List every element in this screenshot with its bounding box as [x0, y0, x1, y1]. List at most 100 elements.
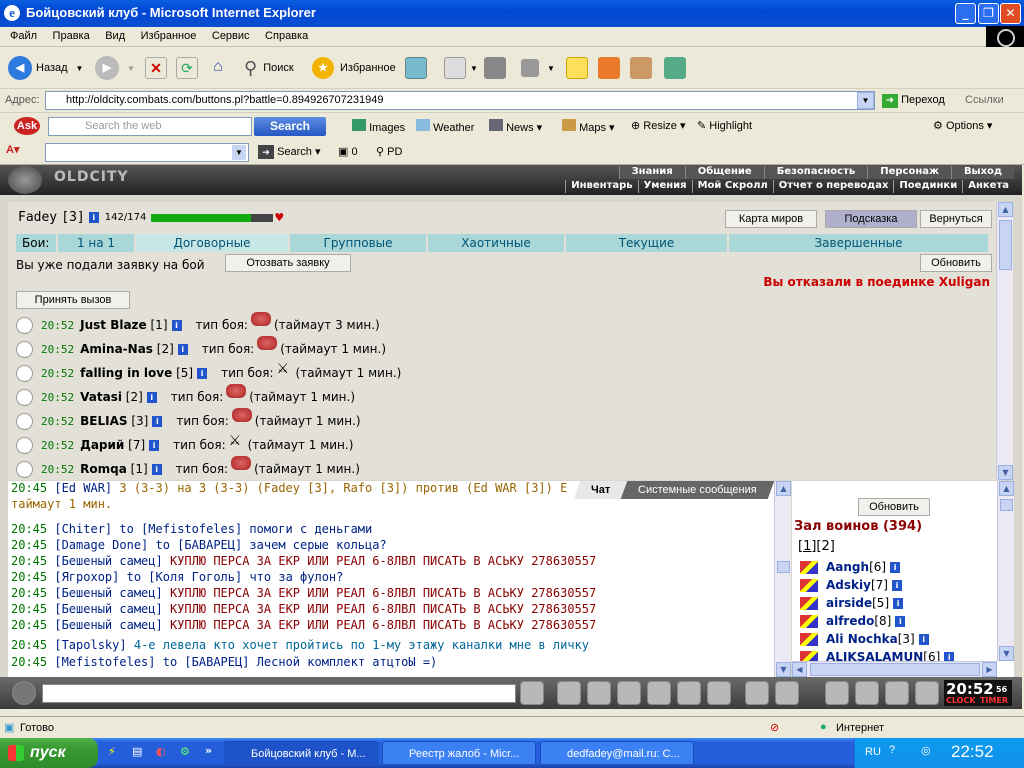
close-button[interactable]: ✕ [1000, 3, 1021, 24]
chat-author[interactable]: [Mefistofeles] [54, 655, 155, 669]
room-user-name[interactable]: alfredo [826, 614, 874, 628]
info-icon[interactable]: i [891, 579, 902, 591]
tab-current[interactable]: Текущие [566, 234, 729, 252]
info-icon[interactable]: i [152, 415, 163, 427]
menu-help[interactable]: Справка [259, 27, 314, 45]
fight-radio[interactable] [16, 412, 33, 430]
room-hscrollbar[interactable]: ◀ ▶ [792, 661, 997, 677]
hint-button[interactable]: Подсказка [825, 210, 917, 228]
chat-author[interactable]: [Бешеный самец] [54, 602, 162, 616]
popup-counter[interactable]: ▣ 0 [338, 145, 358, 158]
home-button[interactable]: ⌂ [207, 55, 229, 81]
nav-profile[interactable]: Анкета [962, 180, 1014, 193]
info-icon[interactable]: i [890, 561, 901, 573]
stop-button[interactable]: ✕ [145, 55, 167, 81]
nav-character[interactable]: Персонаж [867, 166, 951, 179]
chat-scroll-thumb[interactable] [777, 561, 790, 573]
info-icon[interactable]: i [171, 319, 182, 331]
address-input[interactable]: http://oldcity.combats.com/buttons.pl?ba… [45, 91, 875, 110]
quicklaunch-icon-4[interactable]: ⚙ [180, 745, 190, 758]
maximize-button[interactable]: ❐ [978, 3, 999, 24]
info-icon[interactable]: i [177, 343, 188, 355]
fight-player-name[interactable]: Дарий [80, 438, 124, 452]
walk-icon[interactable] [647, 681, 671, 705]
menu-view[interactable]: Вид [99, 27, 131, 45]
smile-icon[interactable] [745, 681, 769, 705]
chat-author[interactable]: [Ягрохор] [54, 570, 119, 584]
chat-author[interactable]: [Chiter] [54, 522, 112, 536]
sound-icon[interactable] [707, 681, 731, 705]
world-map-button[interactable]: Карта миров [725, 210, 817, 228]
ask-search-button[interactable]: Search [254, 117, 326, 136]
options-button[interactable]: ⚙ Options ▾ [933, 119, 992, 132]
fights-scrollbar[interactable]: ▲ ▼ [996, 202, 1013, 480]
info-icon[interactable]: i [146, 391, 157, 403]
edit-button[interactable]: ▼ [521, 55, 555, 81]
bag-icon[interactable] [855, 681, 879, 705]
room-user-name[interactable]: Adskiy [826, 578, 871, 592]
minimize-button[interactable]: _ [955, 3, 976, 24]
fight-radio[interactable] [16, 364, 33, 382]
info-icon[interactable]: i [151, 463, 162, 475]
send-icon[interactable] [520, 681, 544, 705]
fight-player-name[interactable]: Romqa [80, 462, 127, 476]
room-scrollbar[interactable]: ▲ ▼ [997, 481, 1014, 661]
chat-author[interactable]: [Ed WAR] [54, 481, 112, 495]
refresh-fights-button[interactable]: Обновить [920, 254, 992, 272]
room-scroll-right-icon[interactable]: ▶ [982, 662, 997, 677]
media-button[interactable] [405, 55, 427, 81]
hand-icon[interactable] [885, 681, 909, 705]
tab-chaotic[interactable]: Хаотичные [428, 234, 566, 252]
fight-player-name[interactable]: Amina-Nas [80, 342, 153, 356]
withdraw-button[interactable]: Отозвать заявку [225, 254, 351, 272]
search-button[interactable]: ⚲ Поиск [244, 55, 294, 81]
menu-tools[interactable]: Сервис [206, 27, 256, 45]
images-button[interactable]: Images [352, 119, 405, 134]
forward-button[interactable]: ▶ ▼ [95, 55, 135, 81]
links-button[interactable]: Ссылки [965, 94, 1004, 106]
toolbar-search-button[interactable]: ➜ Search ▾ [258, 145, 321, 159]
tab-1v1[interactable]: 1 на 1 [58, 234, 136, 252]
note-button[interactable] [566, 55, 588, 81]
room-refresh-button[interactable]: Обновить [858, 498, 930, 516]
split-icon[interactable] [677, 681, 701, 705]
fight-radio[interactable] [16, 436, 33, 454]
tab-chat[interactable]: Чат [573, 481, 628, 499]
quicklaunch-more-icon[interactable]: » [205, 744, 212, 757]
room-page-1[interactable]: [1] [798, 539, 816, 554]
fight-radio[interactable] [16, 316, 33, 334]
chat-author[interactable]: [Бешеный самец] [54, 554, 162, 568]
chat-author[interactable]: [Tapolsky] [54, 638, 126, 652]
tab-group[interactable]: Групповые [290, 234, 428, 252]
nav-skills[interactable]: Умения [637, 180, 692, 193]
info-icon[interactable]: i [895, 615, 906, 627]
room-scroll-up-icon[interactable]: ▲ [999, 481, 1014, 496]
info-icon[interactable]: i [893, 597, 904, 609]
room-scroll-left-icon[interactable]: ◀ [792, 662, 807, 677]
chat-author[interactable]: [Бешеный самец] [54, 618, 162, 632]
ask-search-input[interactable]: Search the web [48, 117, 252, 136]
quicklaunch-icon-3[interactable]: ◐ [156, 745, 166, 758]
chat-author[interactable]: [Бешеный самец] [54, 586, 162, 600]
highlight-button[interactable]: ✎ Highlight [697, 119, 752, 132]
research-button[interactable] [630, 55, 652, 81]
smiley-face-icon[interactable] [12, 681, 36, 705]
fight-radio[interactable] [16, 340, 33, 358]
contacts-button[interactable] [664, 55, 686, 81]
info-icon[interactable]: i [149, 439, 160, 451]
nav-scroll[interactable]: Мой Скролл [691, 180, 773, 193]
go-button[interactable]: ➜ Переход [882, 94, 945, 108]
room-user-name[interactable]: Aangh [826, 560, 869, 574]
maps-button[interactable]: Maps ▾ [562, 119, 615, 134]
news-button[interactable]: News ▾ [489, 119, 542, 134]
address-dropdown[interactable]: ▼ [857, 92, 874, 109]
info-icon[interactable]: i [197, 367, 208, 379]
bottle-icon[interactable] [825, 681, 849, 705]
language-indicator[interactable]: RU [865, 746, 881, 758]
return-button[interactable]: Вернуться [920, 210, 992, 228]
room-user-name[interactable]: airside [826, 596, 872, 610]
messenger-button[interactable] [598, 55, 620, 81]
exit-icon[interactable] [915, 681, 939, 705]
fight-player-name[interactable]: falling in love [80, 366, 172, 380]
chat-scrollbar[interactable]: ▲ ▼ [774, 481, 791, 677]
